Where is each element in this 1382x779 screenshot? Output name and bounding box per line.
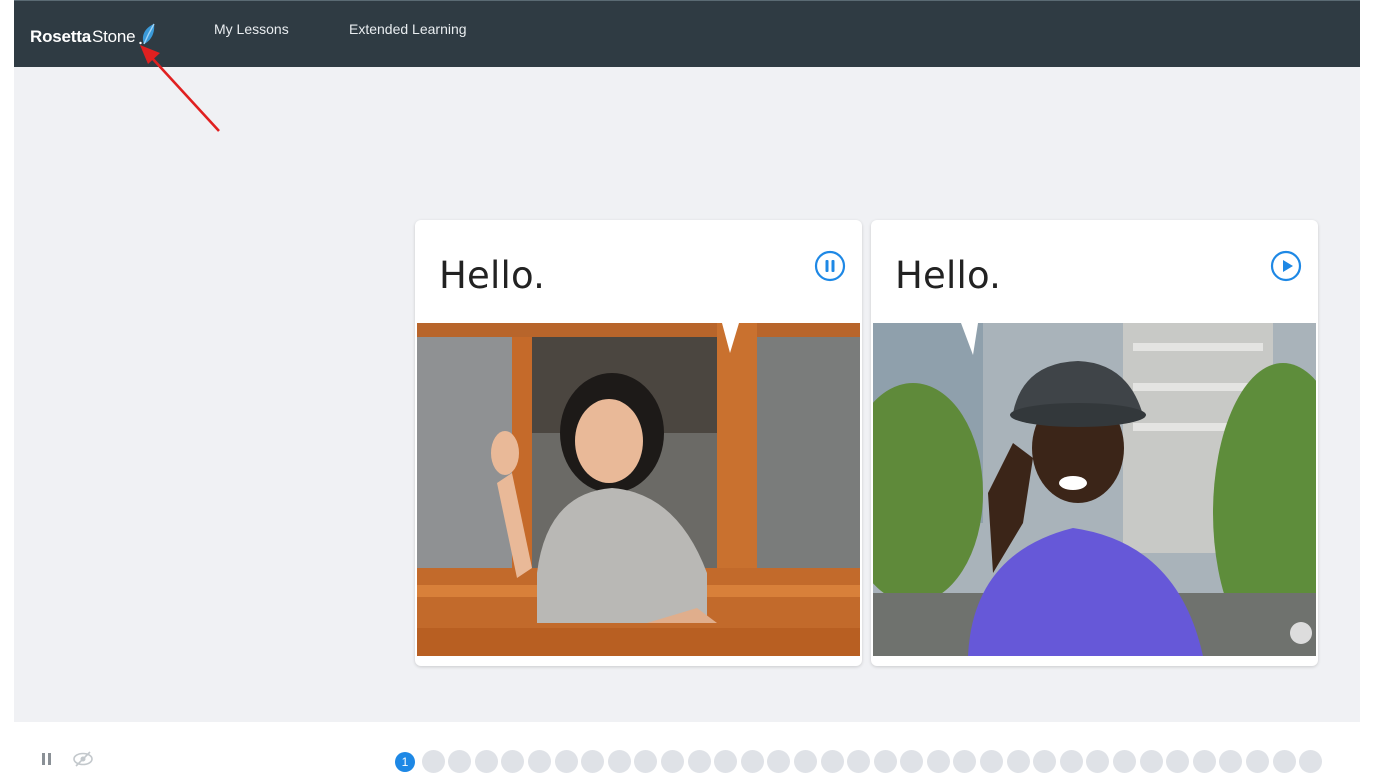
progress-dot[interactable] bbox=[421, 750, 445, 773]
phrase-text: Hello. bbox=[439, 254, 546, 297]
progress-dot[interactable] bbox=[980, 750, 1004, 773]
progress-dot[interactable] bbox=[1219, 750, 1243, 773]
progress-dot[interactable] bbox=[1272, 750, 1296, 773]
rosetta-stone-logo[interactable]: Rosetta Stone bbox=[30, 20, 158, 46]
progress-dot[interactable] bbox=[820, 750, 844, 773]
feather-leaf-icon bbox=[139, 23, 155, 45]
playback-controls bbox=[40, 750, 94, 768]
progress-dot[interactable] bbox=[501, 750, 525, 773]
phrase-card-2[interactable]: Hello. bbox=[871, 220, 1318, 666]
phrase-card-1[interactable]: Hello. bbox=[415, 220, 862, 666]
progress-dot[interactable] bbox=[1113, 750, 1137, 773]
pause-icon[interactable] bbox=[40, 752, 54, 766]
photo-man-tipping-hat bbox=[873, 323, 1316, 656]
progress-dot[interactable] bbox=[1033, 750, 1057, 773]
progress-dot[interactable] bbox=[767, 750, 791, 773]
play-icon[interactable] bbox=[1270, 250, 1302, 282]
progress-dot-current[interactable]: 1 bbox=[395, 752, 415, 772]
progress-dot[interactable] bbox=[554, 750, 578, 773]
progress-dot[interactable] bbox=[1086, 750, 1110, 773]
progress-dot[interactable] bbox=[1139, 750, 1163, 773]
photo-woman-waving bbox=[417, 323, 860, 656]
progress-dot[interactable] bbox=[1059, 750, 1083, 773]
progress-dot[interactable] bbox=[634, 750, 658, 773]
progress-dot[interactable] bbox=[581, 750, 605, 773]
lesson-app: Rosetta Stone My Lessons Extended Learni… bbox=[14, 0, 1360, 722]
progress-dot[interactable] bbox=[1299, 750, 1323, 773]
progress-dot[interactable] bbox=[926, 750, 950, 773]
progress-dot[interactable] bbox=[1246, 750, 1269, 773]
progress-dot[interactable] bbox=[527, 750, 551, 773]
progress-dot[interactable] bbox=[687, 750, 711, 773]
progress-dot[interactable] bbox=[740, 750, 764, 773]
progress-dot[interactable] bbox=[660, 750, 684, 773]
logo-text-light: Stone bbox=[91, 27, 136, 46]
eye-slash-icon[interactable] bbox=[72, 750, 94, 768]
lesson-progress-dots: 1 bbox=[395, 750, 1323, 773]
progress-dot[interactable] bbox=[448, 750, 472, 773]
progress-dot[interactable] bbox=[900, 750, 924, 773]
progress-dot[interactable] bbox=[953, 750, 977, 773]
progress-dot[interactable] bbox=[873, 750, 897, 773]
progress-dot[interactable] bbox=[714, 750, 738, 773]
phrase-text: Hello. bbox=[895, 254, 1002, 297]
progress-dot[interactable] bbox=[1006, 750, 1030, 773]
nav-extended-learning[interactable]: Extended Learning bbox=[349, 21, 467, 37]
top-navigation-bar: Rosetta Stone My Lessons Extended Learni… bbox=[14, 0, 1360, 67]
progress-dot[interactable] bbox=[474, 750, 498, 773]
nav-my-lessons[interactable]: My Lessons bbox=[214, 21, 289, 37]
progress-dot[interactable] bbox=[793, 750, 817, 773]
logo-text-bold: Rosetta bbox=[30, 27, 91, 46]
progress-dot[interactable] bbox=[607, 750, 631, 773]
progress-dot[interactable] bbox=[1166, 750, 1190, 773]
pause-icon[interactable] bbox=[814, 250, 846, 282]
progress-dot[interactable] bbox=[847, 750, 871, 773]
progress-dot[interactable] bbox=[1192, 750, 1216, 773]
